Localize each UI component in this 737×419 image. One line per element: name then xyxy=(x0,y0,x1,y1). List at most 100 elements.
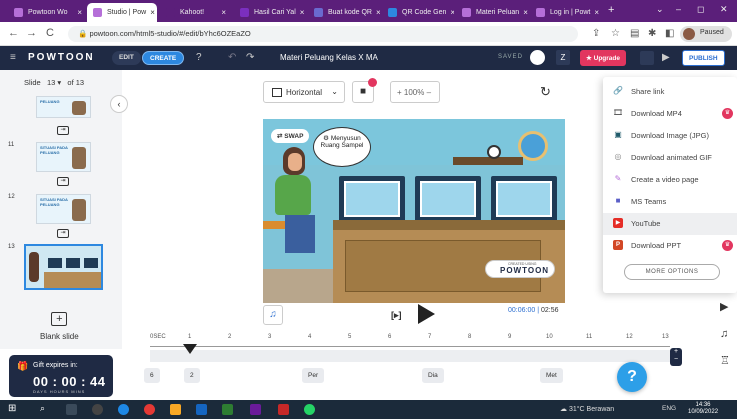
undo-icon[interactable]: ↶ xyxy=(228,52,236,63)
maximize-button[interactable]: ◻ xyxy=(697,4,704,15)
tab-close-icon[interactable]: × xyxy=(372,8,380,17)
puzzle-icon[interactable]: ✱ xyxy=(648,28,656,39)
music-icon[interactable]: ♫ xyxy=(720,328,728,340)
new-tab-button[interactable]: + xyxy=(608,4,614,16)
menu-icon[interactable]: ≡ xyxy=(10,52,16,63)
help-icon[interactable]: ? xyxy=(196,52,202,63)
profile-button[interactable]: Paused xyxy=(680,26,732,42)
document-title[interactable]: Materi Peluang Kelas X MA xyxy=(280,53,378,62)
slide-number-select[interactable]: 13 xyxy=(47,78,55,87)
language-indicator[interactable]: ENG xyxy=(662,405,676,412)
app-icon[interactable] xyxy=(92,404,103,415)
collapse-panel-button[interactable]: ‹ xyxy=(110,95,128,113)
slide-navigator[interactable]: Slide 13 ▾ of 13 xyxy=(24,78,84,87)
playhead-handle[interactable] xyxy=(183,344,197,354)
user-initial-badge[interactable]: Z xyxy=(556,50,570,65)
slide-thumbnail-active[interactable] xyxy=(24,244,103,290)
timeline-zoom-control[interactable]: + − xyxy=(670,348,682,366)
slide-thumbnail[interactable]: PELUANG xyxy=(36,96,91,118)
extension-icon[interactable]: ▤ xyxy=(630,28,639,39)
forward-button[interactable]: → xyxy=(26,27,37,39)
menu-item-download-gif[interactable]: ◎ Download animated GIF xyxy=(603,147,737,169)
timeline-track[interactable] xyxy=(150,350,670,362)
blank-slide-button[interactable]: + Blank slide xyxy=(40,312,79,341)
slide-canvas[interactable]: ⇄ SWAP ⚙ Menyusun Ruang Sampel CREATED U… xyxy=(263,119,565,303)
bookmark-star-icon[interactable]: ☆ xyxy=(611,28,620,39)
upgrade-button[interactable]: ★ Upgrade xyxy=(580,50,627,66)
desk-top-image[interactable] xyxy=(333,220,565,230)
menu-item-share-link[interactable]: 🔗 Share link xyxy=(603,81,737,103)
orientation-select[interactable]: Horizontal ⌄ xyxy=(263,81,345,103)
sidebar-icon[interactable]: ◧ xyxy=(665,28,674,39)
tab-close-icon[interactable]: × xyxy=(296,8,305,17)
system-clock[interactable]: 14:36 10/09/2022 xyxy=(688,402,718,416)
windows-start-icon[interactable]: ⊞ xyxy=(8,403,19,414)
browser-tab[interactable]: QR Code Gen × xyxy=(382,3,454,22)
browser-tab[interactable]: Kahoot! × xyxy=(160,3,232,22)
browser-tab[interactable]: Buat kode QR × xyxy=(308,3,380,22)
voiceover-icon[interactable]: ♖ xyxy=(720,354,730,367)
menu-item-ms-teams[interactable]: ■ MS Teams xyxy=(603,191,737,213)
transition-button[interactable]: ⇥ xyxy=(57,177,69,186)
menu-item-download-mp4[interactable]: 🎞 Download MP4 ♛ xyxy=(603,103,737,125)
preview-play-icon[interactable]: ▶ xyxy=(662,52,670,63)
swap-button[interactable]: ⇄ SWAP xyxy=(271,129,310,143)
app-icon[interactable] xyxy=(278,404,289,415)
zoom-plus-icon[interactable]: + xyxy=(397,88,402,97)
timeline-item[interactable]: Per xyxy=(302,368,325,383)
menu-item-video-page[interactable]: ✎ Create a video page xyxy=(603,169,737,191)
menu-item-download-image[interactable]: ▣ Download Image (JPG) xyxy=(603,125,737,147)
timeline-item[interactable]: Met xyxy=(540,368,563,383)
tab-close-icon[interactable]: × xyxy=(217,8,226,17)
url-field[interactable]: 🔒 powtoon.com/html5-studio/#/edit/bYhc6O… xyxy=(68,26,578,42)
monitor-image[interactable] xyxy=(415,176,481,222)
tab-search-icon[interactable]: ⌄ xyxy=(656,4,664,15)
tab-close-icon[interactable]: × xyxy=(73,8,82,17)
browser-tab-active[interactable]: Studio | Pow × xyxy=(87,3,157,22)
whatsapp-icon[interactable] xyxy=(304,404,315,415)
back-button[interactable]: ← xyxy=(8,27,19,39)
share-icon[interactable]: ⇪ xyxy=(592,28,600,39)
help-chat-button[interactable]: ? xyxy=(617,362,647,392)
timeline-item[interactable]: 2 xyxy=(184,368,200,383)
redo-icon[interactable]: ↷ xyxy=(246,52,254,63)
window-close-button[interactable]: ✕ xyxy=(720,4,728,15)
timeline-item[interactable]: 6 xyxy=(144,368,160,383)
menu-item-youtube[interactable]: ▶ YouTube xyxy=(603,213,737,235)
slide-thumbnail[interactable]: SITUASI PADA PELUANG xyxy=(36,194,91,224)
edit-mode-button[interactable]: EDIT xyxy=(112,51,141,65)
present-icon[interactable] xyxy=(640,51,654,65)
word-icon[interactable] xyxy=(196,404,207,415)
record-camera-button[interactable]: ■ xyxy=(352,78,377,103)
slide-thumbnail[interactable]: SITUASI PADA PELUANG xyxy=(36,142,91,172)
timeline[interactable]: 0SEC 1 2 3 4 5 6 7 8 9 10 11 12 13 6 2 P… xyxy=(122,330,700,395)
timeline-item[interactable]: Dia xyxy=(422,368,444,383)
search-icon[interactable]: ⌕ xyxy=(40,403,51,414)
create-mode-button[interactable]: CREATE xyxy=(142,51,185,65)
browser-tab[interactable]: Hasil Cari Yal × xyxy=(234,3,306,22)
app-icon[interactable] xyxy=(250,404,261,415)
music-note-icon[interactable]: ♫ xyxy=(263,305,283,325)
transition-button[interactable]: ⇥ xyxy=(57,229,69,238)
publish-button[interactable]: PUBLISH xyxy=(682,50,725,66)
transition-button[interactable]: ⇥ xyxy=(57,126,69,135)
excel-icon[interactable] xyxy=(222,404,233,415)
browser-tab[interactable]: Materi Peluan × xyxy=(456,3,528,22)
weather-widget[interactable]: ☁ 31°C Berawan xyxy=(560,405,614,413)
more-options-button[interactable]: MORE OPTIONS xyxy=(624,264,720,280)
tab-close-icon[interactable]: × xyxy=(446,8,454,17)
reload-button[interactable]: C xyxy=(46,27,54,39)
monitor-image[interactable] xyxy=(339,176,405,222)
file-explorer-icon[interactable] xyxy=(170,404,181,415)
collaborator-avatar[interactable] xyxy=(530,50,545,65)
tab-close-icon[interactable]: × xyxy=(519,8,528,17)
monitor-image[interactable] xyxy=(491,176,557,222)
fullscreen-preview-icon[interactable]: ▶ xyxy=(720,300,728,313)
task-view-icon[interactable] xyxy=(66,404,77,415)
play-button[interactable] xyxy=(418,304,435,324)
refresh-icon[interactable]: ↻ xyxy=(540,84,551,100)
tab-close-icon[interactable]: × xyxy=(590,8,599,17)
menu-item-download-ppt[interactable]: P Download PPT ♛ xyxy=(603,235,737,257)
character-image[interactable] xyxy=(275,147,315,253)
chrome-icon[interactable] xyxy=(144,404,155,415)
